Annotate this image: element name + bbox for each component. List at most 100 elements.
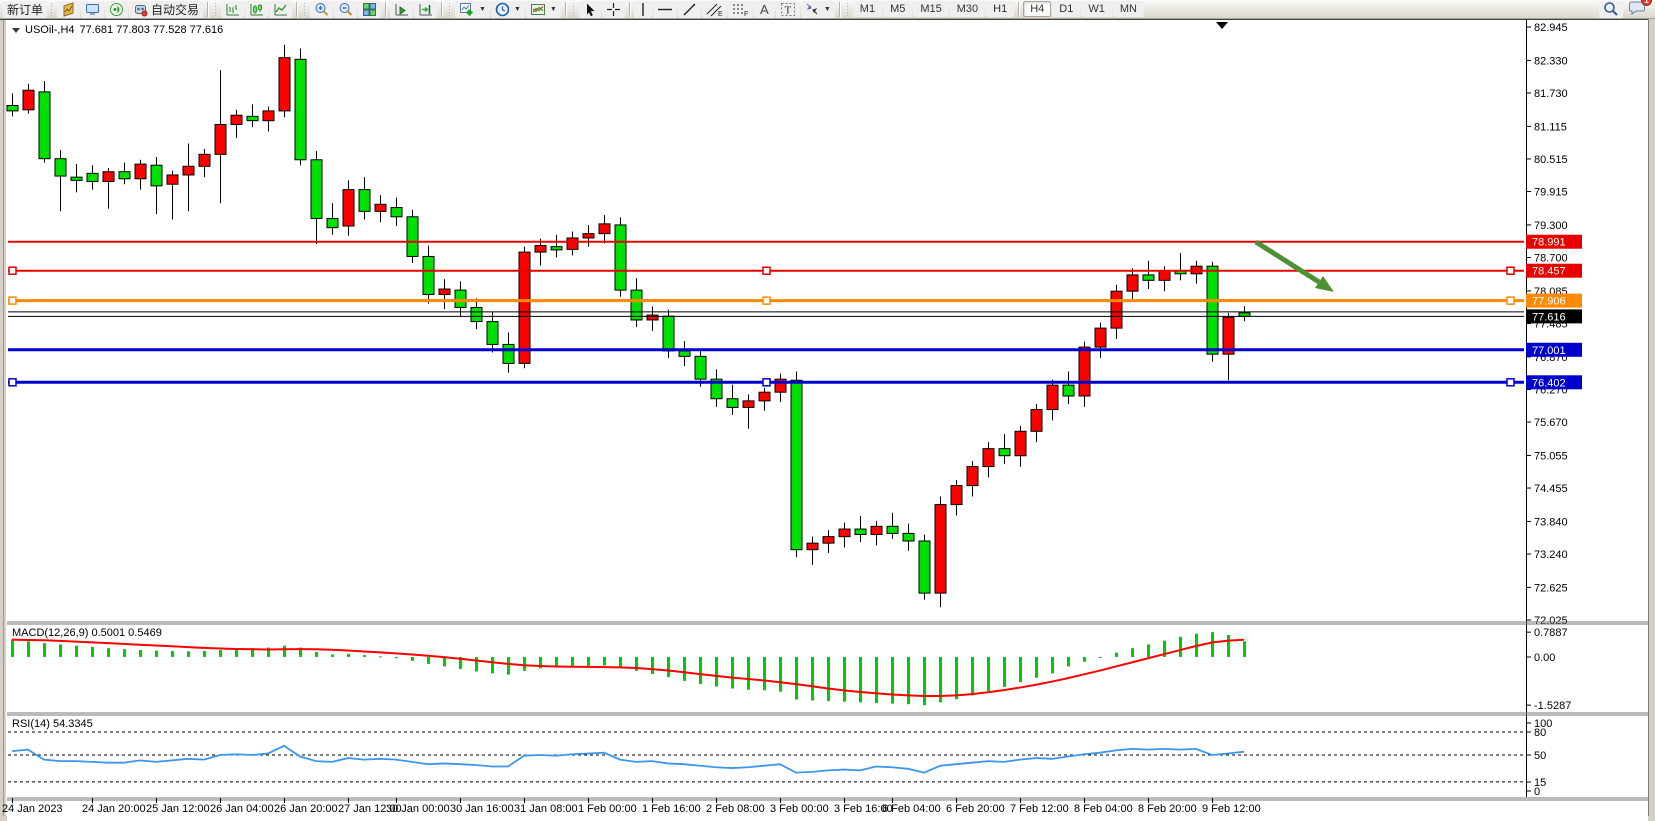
cursor-tool-button[interactable] [579, 1, 601, 18]
timeframe-mn-button[interactable]: MN [1113, 1, 1144, 17]
bear-candle [391, 208, 402, 217]
line-handle[interactable] [763, 267, 770, 274]
tile-windows-button[interactable] [358, 1, 381, 18]
new-order-button[interactable]: 新订单 [3, 1, 47, 18]
search-button[interactable] [1599, 1, 1623, 18]
line-handle[interactable] [9, 297, 16, 304]
macd-histogram-bar [59, 644, 62, 657]
time-label: 6 Feb 04:00 [882, 803, 941, 815]
timeframe-h1-button[interactable]: H1 [986, 1, 1014, 17]
channel-tool-button[interactable]: E [702, 1, 727, 18]
auto-scroll-button[interactable] [390, 1, 413, 18]
label-tool-button[interactable]: T [776, 1, 800, 18]
timeframe-w1-button[interactable]: W1 [1081, 1, 1112, 17]
macd-histogram-bar [1067, 657, 1070, 666]
terminal-button[interactable] [81, 1, 104, 18]
timeframe-h4-button[interactable]: H4 [1023, 1, 1051, 17]
bear-candle [55, 159, 66, 176]
line-handle[interactable] [9, 267, 16, 274]
market-watch-button[interactable] [57, 1, 80, 18]
arrow-objects-icon [805, 2, 820, 17]
line-chart-icon [273, 2, 288, 17]
bear-candle [359, 190, 370, 212]
macd-histogram-bar [827, 657, 830, 701]
bear-candle [423, 256, 434, 294]
timeframe-m30-button[interactable]: M30 [950, 1, 985, 17]
autotrading-label: 自动交易 [151, 1, 199, 18]
line-handle[interactable] [1507, 267, 1514, 274]
zoom-out-button[interactable] [334, 1, 357, 18]
bull-candle [1079, 347, 1090, 396]
macd-histogram-bar [1051, 657, 1054, 673]
macd-histogram-bar [1035, 657, 1038, 678]
templates-button[interactable]: ▼ [526, 1, 561, 18]
bull-candle [567, 238, 578, 249]
trendline-tool-button[interactable] [678, 1, 701, 18]
macd-histogram-bar [971, 657, 974, 695]
clock-icon [495, 2, 510, 17]
macd-histogram-bar [443, 657, 446, 666]
timeframe-d1-button[interactable]: D1 [1052, 1, 1080, 17]
indicators-icon [459, 2, 475, 17]
text-tool-button[interactable]: A [754, 1, 775, 18]
collapse-arrow-icon[interactable] [12, 28, 20, 33]
toolbar-grip[interactable] [214, 3, 218, 16]
svg-text:77.616: 77.616 [1532, 311, 1566, 323]
fibonacci-icon: F [732, 2, 749, 17]
zoom-in-button[interactable] [310, 1, 333, 18]
time-label: 26 Jan 20:00 [274, 803, 338, 815]
toolbar-grip[interactable] [448, 3, 452, 16]
trendline-icon [682, 2, 697, 17]
toolbar-grip[interactable] [572, 3, 576, 16]
bear-candle [855, 529, 866, 534]
crosshair-tool-button[interactable] [602, 1, 625, 18]
bull-candle [759, 392, 770, 401]
bull-candle [1095, 328, 1106, 347]
macd-histogram-bar [1003, 657, 1006, 687]
line-handle[interactable] [9, 379, 16, 386]
macd-histogram-bar [43, 643, 46, 657]
new-order-label: 新订单 [7, 1, 43, 18]
timeframe-m1-button[interactable]: M1 [853, 1, 882, 17]
line-handle[interactable] [1507, 297, 1514, 304]
macd-histogram-bar [155, 651, 158, 657]
bull-candle [263, 111, 274, 121]
axis-badge-77.906: 77.906 [1526, 294, 1582, 308]
signals-button[interactable] [105, 1, 128, 18]
timeframe-m15-button[interactable]: M15 [913, 1, 948, 17]
arrows-tool-button[interactable]: ▼ [801, 1, 835, 18]
fibonacci-tool-button[interactable]: F [728, 1, 753, 18]
chat-button[interactable]: 1 [1629, 0, 1646, 20]
price-tick-label: 82.330 [1534, 55, 1568, 67]
candlestick-chart-button[interactable] [245, 1, 268, 18]
macd-histogram-bar [75, 646, 78, 657]
horizontal-line-tool-button[interactable] [653, 1, 677, 18]
chart-shift-button[interactable] [414, 1, 437, 18]
macd-histogram-bar [1227, 635, 1230, 657]
toolbar-grip[interactable] [50, 3, 54, 16]
price-tick-label: 75.670 [1534, 417, 1568, 429]
price-tick-label: 73.840 [1534, 516, 1568, 528]
vertical-line-tool-button[interactable] [634, 1, 652, 18]
toolbar-grip[interactable] [846, 3, 850, 16]
timeframe-m5-button[interactable]: M5 [883, 1, 912, 17]
periods-button[interactable]: ▼ [491, 1, 525, 18]
bar-chart-button[interactable] [221, 1, 244, 18]
axis-badge-77.616: 77.616 [1526, 309, 1582, 323]
price-tick-label: 82.945 [1534, 22, 1568, 34]
toolbar-grip[interactable] [303, 3, 307, 16]
indicators-button[interactable]: ▼ [455, 1, 490, 18]
line-handle[interactable] [1507, 379, 1514, 386]
bull-candle [103, 172, 114, 182]
bear-candle [663, 316, 674, 351]
macd-histogram-bar [955, 657, 958, 699]
bull-candle [871, 526, 882, 534]
autotrading-button[interactable]: 自动交易 [129, 1, 203, 18]
line-chart-button[interactable] [269, 1, 292, 18]
line-handle[interactable] [763, 379, 770, 386]
axis-badge-78.991: 78.991 [1526, 235, 1582, 249]
macd-histogram-bar [1083, 657, 1086, 662]
macd-indicator-label: MACD(12,26,9) 0.5001 0.5469 [12, 627, 162, 639]
line-handle[interactable] [763, 297, 770, 304]
macd-histogram-bar [811, 657, 814, 700]
